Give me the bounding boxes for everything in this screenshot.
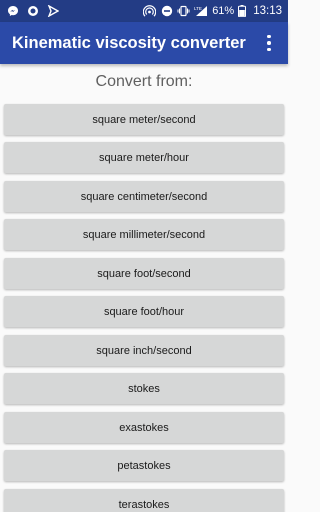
overflow-dot xyxy=(267,47,271,52)
circle-icon xyxy=(26,5,39,18)
unit-button-square-meter-hour[interactable]: square meter/hour xyxy=(4,142,284,173)
vibrate-icon xyxy=(177,5,190,18)
status-time: 13:13 xyxy=(253,5,282,17)
overflow-dot xyxy=(267,34,271,39)
status-right-icons: LTE 61% 13:13 xyxy=(143,4,282,18)
unit-button-terastokes[interactable]: terastokes xyxy=(4,489,284,512)
svg-text:LTE: LTE xyxy=(194,6,202,11)
app-bar: Kinematic viscosity converter xyxy=(0,22,288,64)
unit-button-exastokes[interactable]: exastokes xyxy=(4,412,284,443)
signal-lte-icon: LTE xyxy=(194,5,208,18)
unit-button-square-meter-second[interactable]: square meter/second xyxy=(4,104,284,135)
battery-percent: 61% xyxy=(212,5,235,17)
messenger-icon xyxy=(6,5,19,18)
battery-icon xyxy=(238,5,247,18)
status-left-icons xyxy=(6,5,59,18)
send-icon xyxy=(46,5,59,18)
app-title: Kinematic viscosity converter xyxy=(12,33,246,52)
unit-button-square-centimeter-second[interactable]: square centimeter/second xyxy=(4,181,284,212)
hotspot-icon xyxy=(143,4,157,18)
overflow-menu-button[interactable] xyxy=(260,28,278,58)
unit-button-square-inch-second[interactable]: square inch/second xyxy=(4,335,284,366)
unit-button-square-millimeter-second[interactable]: square millimeter/second xyxy=(4,219,284,250)
unit-button-square-foot-second[interactable]: square foot/second xyxy=(4,258,284,289)
unit-button-stokes[interactable]: stokes xyxy=(4,373,284,404)
dnd-icon xyxy=(160,5,173,18)
section-title: Convert from: xyxy=(95,73,193,90)
content[interactable]: Convert from: square meter/second square… xyxy=(0,64,288,512)
overflow-dot xyxy=(267,41,271,45)
status-bar: LTE 61% 13:13 xyxy=(0,0,288,22)
unit-button-petastokes[interactable]: petastokes xyxy=(4,450,284,481)
unit-button-square-foot-hour[interactable]: square foot/hour xyxy=(4,296,284,327)
